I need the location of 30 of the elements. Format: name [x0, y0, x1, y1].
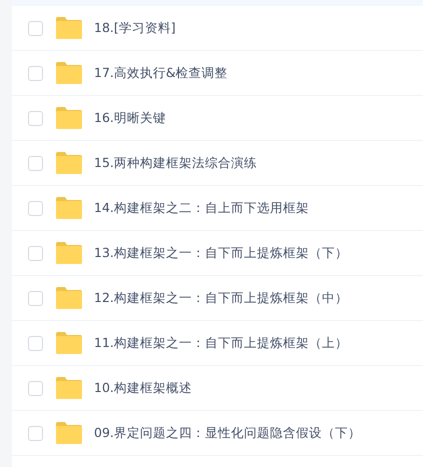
folder-icon: [56, 62, 82, 84]
checkbox[interactable]: [28, 246, 43, 260]
folder-icon: [56, 17, 82, 39]
checkbox[interactable]: [28, 20, 43, 36]
folder-icon: [56, 377, 82, 399]
checkbox[interactable]: [28, 336, 43, 350]
folder-icon: [56, 332, 82, 354]
folder-name[interactable]: 18.[学习资料]: [94, 20, 176, 36]
folder-icon: [56, 107, 82, 129]
folder-name[interactable]: 16.明晰关键: [94, 110, 166, 126]
folder-icon: [56, 197, 82, 219]
folder-name[interactable]: 10.构建框架概述: [94, 380, 192, 396]
folder-icon: [56, 422, 82, 444]
checkbox[interactable]: [28, 156, 43, 170]
folder-icon: [56, 242, 82, 264]
checkbox[interactable]: [28, 290, 43, 306]
checkbox[interactable]: [28, 66, 43, 80]
checkbox[interactable]: [28, 380, 43, 396]
folder-icon: [56, 152, 82, 174]
checkbox[interactable]: [28, 426, 43, 440]
folder-icon: [56, 287, 82, 309]
folder-name[interactable]: 13.构建框架之一：自下而上提炼框架（下）: [94, 244, 348, 262]
checkbox[interactable]: [28, 110, 43, 126]
folder-name[interactable]: 12.构建框架之一：自下而上提炼框架（中）: [94, 290, 348, 306]
folder-name[interactable]: 17.高效执行&检查调整: [94, 64, 228, 82]
checkbox[interactable]: [28, 200, 43, 216]
folder-name[interactable]: 09.界定问题之四：显性化问题隐含假设（下）: [94, 424, 361, 442]
folder-name[interactable]: 11.构建框架之一：自下而上提炼框架（上）: [94, 334, 348, 352]
folder-name[interactable]: 15.两种构建框架法综合演练: [94, 154, 257, 172]
folder-name[interactable]: 14.构建框架之二：自上而下选用框架: [94, 200, 309, 216]
